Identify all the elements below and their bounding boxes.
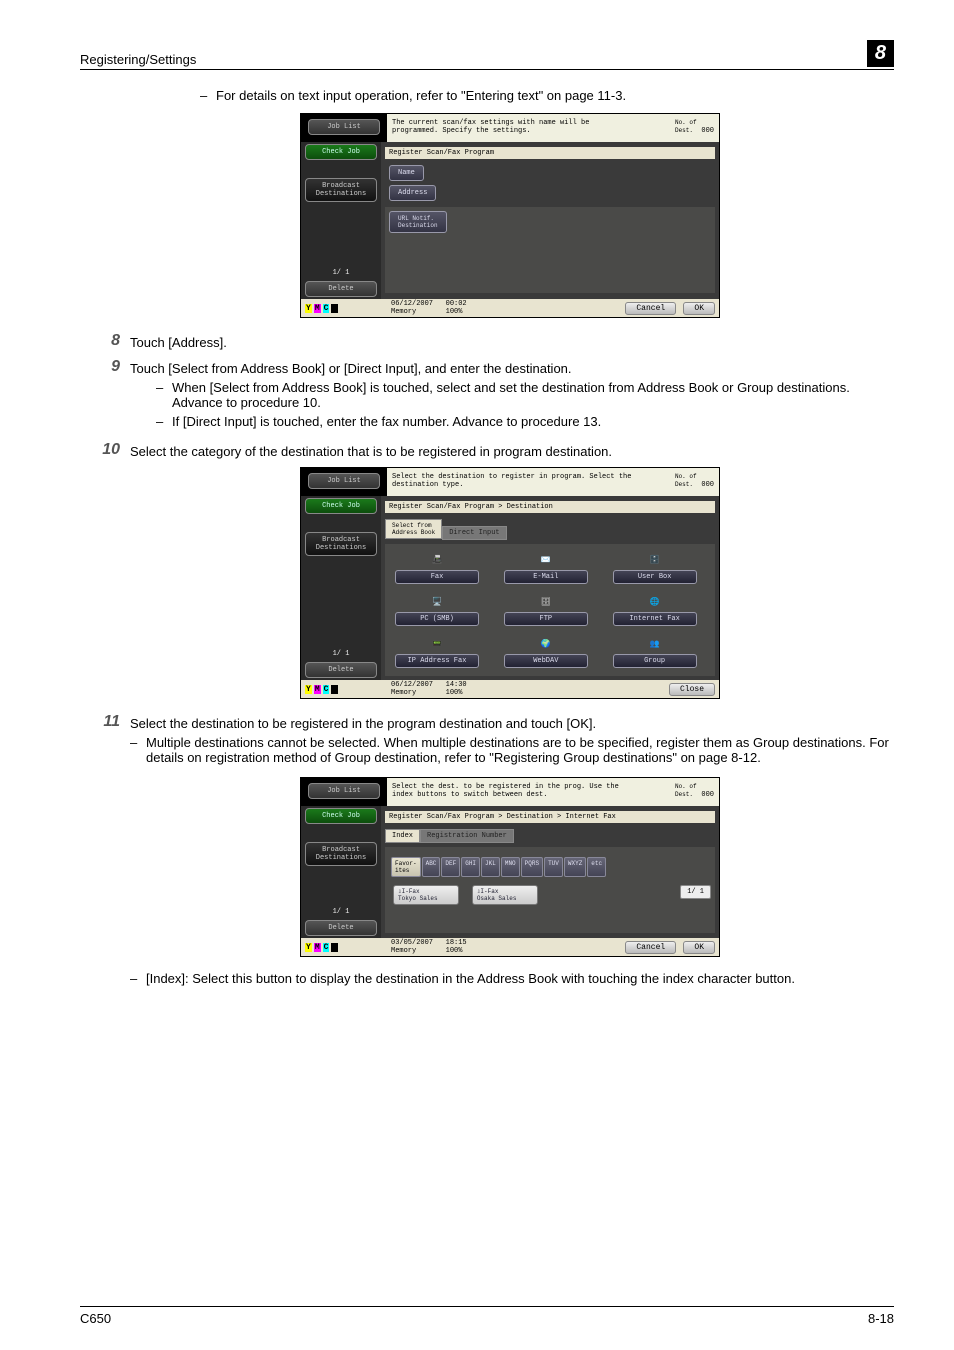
step-8: 8 Touch [Address]. bbox=[80, 332, 894, 350]
index-wxyz[interactable]: WXYZ bbox=[564, 857, 586, 877]
screenshot-destination-type: Job List Select the destination to regis… bbox=[300, 467, 720, 699]
tab-select-from-address-book[interactable]: Select from Address Book bbox=[385, 519, 442, 539]
broadcast-dest-label: Broadcast Destinations bbox=[305, 532, 377, 556]
screen-message: Select the dest. to be registered in the… bbox=[392, 784, 632, 799]
address-button[interactable]: Address bbox=[389, 185, 436, 201]
delete-button[interactable]: Delete bbox=[305, 281, 377, 297]
ok-button[interactable]: OK bbox=[683, 302, 715, 315]
fax-icon: 📠 bbox=[395, 550, 479, 570]
name-button[interactable]: Name bbox=[389, 165, 424, 181]
dest-count: No. of Dest. 000 bbox=[675, 120, 714, 135]
group-icon: 👥 bbox=[613, 634, 697, 654]
index-jkl[interactable]: JKL bbox=[481, 857, 500, 877]
screenshot-register-program: Job List The current scan/fax settings w… bbox=[300, 113, 720, 318]
screenshot-select-destination: Job List Select the dest. to be register… bbox=[300, 777, 720, 957]
group-button[interactable]: Group bbox=[613, 654, 697, 668]
toner-indicator: YMCK bbox=[301, 938, 387, 956]
ok-button[interactable]: OK bbox=[683, 941, 715, 954]
toner-indicator: YMCK bbox=[301, 299, 387, 317]
job-list-button[interactable]: Job List bbox=[308, 473, 380, 489]
tab-direct-input[interactable]: Direct Input bbox=[442, 526, 506, 540]
index-explanation: – [Index]: Select this button to display… bbox=[130, 971, 894, 986]
check-job-button[interactable]: Check Job bbox=[305, 144, 377, 160]
side-page-indicator: 1/ 1 bbox=[301, 269, 381, 277]
url-notif-button[interactable]: URL Notif. Destination bbox=[389, 211, 447, 233]
index-etc[interactable]: etc bbox=[587, 857, 606, 877]
cancel-button[interactable]: Cancel bbox=[625, 302, 676, 315]
close-button[interactable]: Close bbox=[669, 683, 715, 696]
section-title: Registering/Settings bbox=[80, 52, 196, 67]
destination-osaka[interactable]: ⇩I-FaxOsaka Sales bbox=[472, 885, 538, 905]
step-10: 10 Select the category of the destinatio… bbox=[80, 441, 894, 459]
check-job-button[interactable]: Check Job bbox=[305, 498, 377, 514]
delete-button[interactable]: Delete bbox=[305, 920, 377, 936]
fax-button[interactable]: Fax bbox=[395, 570, 479, 584]
screen-message: Select the destination to register in pr… bbox=[392, 474, 632, 489]
screen-message: The current scan/fax settings with name … bbox=[392, 120, 632, 135]
email-button[interactable]: E-Mail bbox=[504, 570, 588, 584]
index-ghi[interactable]: GHI bbox=[461, 857, 480, 877]
ifax-icon: 🌐 bbox=[613, 592, 697, 612]
job-list-button[interactable]: Job List bbox=[308, 783, 380, 799]
index-tuv[interactable]: TUV bbox=[544, 857, 563, 877]
index-pqrs[interactable]: PQRS bbox=[521, 857, 543, 877]
breadcrumb: Register Scan/Fax Program > Destination … bbox=[385, 811, 715, 823]
page-header: Registering/Settings 8 bbox=[80, 40, 894, 70]
smb-icon: 🖥️ bbox=[395, 592, 479, 612]
tab-registration-number[interactable]: Registration Number bbox=[420, 829, 514, 843]
intro-bullet: – For details on text input operation, r… bbox=[200, 88, 894, 103]
userbox-icon: 🗄️ bbox=[613, 550, 697, 570]
side-page-indicator: 1/ 1 bbox=[301, 908, 381, 916]
footer-datetime: 06/12/2007 14:30Memory 100% bbox=[391, 681, 467, 697]
dest-count: No. of Dest. 000 bbox=[675, 784, 714, 799]
chapter-number: 8 bbox=[867, 40, 894, 67]
broadcast-dest-label: Broadcast Destinations bbox=[305, 178, 377, 202]
internet-fax-button[interactable]: Internet Fax bbox=[613, 612, 697, 626]
webdav-icon: 🌍 bbox=[504, 634, 588, 654]
index-def[interactable]: DEF bbox=[441, 857, 460, 877]
check-job-button[interactable]: Check Job bbox=[305, 808, 377, 824]
pc-smb-button[interactable]: PC (SMB) bbox=[395, 612, 479, 626]
index-row: Favor- ites ABC DEF GHI JKL MNO PQRS TUV… bbox=[391, 857, 709, 877]
ftp-button[interactable]: FTP bbox=[504, 612, 588, 626]
side-page-indicator: 1/ 1 bbox=[301, 650, 381, 658]
index-abc[interactable]: ABC bbox=[422, 857, 441, 877]
job-list-button[interactable]: Job List bbox=[308, 119, 380, 135]
step-9: 9 Touch [Select from Address Book] or [D… bbox=[80, 358, 894, 433]
cancel-button[interactable]: Cancel bbox=[625, 941, 676, 954]
webdav-button[interactable]: WebDAV bbox=[504, 654, 588, 668]
breadcrumb: Register Scan/Fax Program > Destination bbox=[385, 501, 715, 513]
tab-index[interactable]: Index bbox=[385, 829, 420, 843]
step-11: 11 Select the destination to be register… bbox=[80, 713, 894, 769]
destination-tokyo[interactable]: ⇩I-FaxTokyo Sales bbox=[393, 885, 459, 905]
dest-count: No. of Dest. 000 bbox=[675, 474, 714, 489]
breadcrumb: Register Scan/Fax Program bbox=[385, 147, 715, 159]
ftp-icon: 🗄 bbox=[504, 592, 588, 612]
footer-datetime: 06/12/2007 00:02Memory 100% bbox=[391, 300, 467, 316]
list-page-indicator: 1/ 1 bbox=[680, 885, 711, 899]
userbox-button[interactable]: User Box bbox=[613, 570, 697, 584]
broadcast-dest-label: Broadcast Destinations bbox=[305, 842, 377, 866]
email-icon: ✉️ bbox=[504, 550, 588, 570]
ip-address-fax-button[interactable]: IP Address Fax bbox=[395, 654, 479, 668]
delete-button[interactable]: Delete bbox=[305, 662, 377, 678]
page-footer: C650 8-18 bbox=[80, 1306, 894, 1326]
toner-indicator: YMCK bbox=[301, 680, 387, 698]
ipfax-icon: 📟 bbox=[395, 634, 479, 654]
index-mno[interactable]: MNO bbox=[501, 857, 520, 877]
footer-datetime: 03/05/2007 18:15Memory 100% bbox=[391, 939, 467, 955]
model-name: C650 bbox=[80, 1311, 111, 1326]
index-favorites[interactable]: Favor- ites bbox=[391, 857, 421, 877]
page-number: 8-18 bbox=[868, 1311, 894, 1326]
